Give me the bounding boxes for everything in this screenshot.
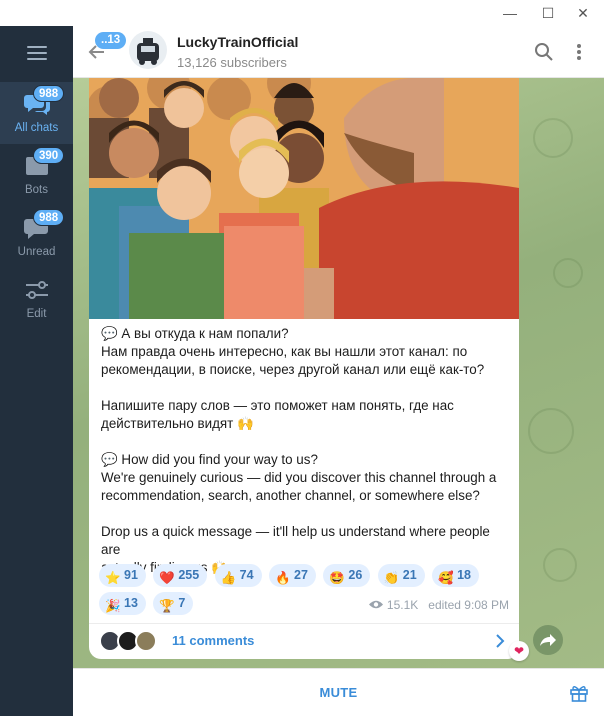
train-logo-icon: [137, 38, 159, 65]
reaction-star-struck[interactable]: 🤩 26: [323, 564, 371, 587]
reaction-star[interactable]: ⭐ 91: [99, 564, 146, 587]
clap-icon: 👏: [383, 571, 400, 585]
subscriber-count: 13,126 subscribers: [177, 55, 287, 70]
sliders-icon: [26, 281, 48, 299]
share-button[interactable]: [533, 625, 563, 655]
comments-count: 11 comments: [172, 633, 255, 648]
reaction-fire[interactable]: 🔥 27: [269, 564, 316, 587]
post-image[interactable]: [89, 78, 519, 319]
eye-icon: [368, 600, 383, 609]
post-text-ru: 💬 А вы откуда к нам попали? Нам правда о…: [101, 325, 511, 433]
thumbs-up-icon: 👍: [220, 571, 237, 585]
folder-unread[interactable]: 988 Unread: [0, 206, 73, 268]
more-vertical-icon[interactable]: [569, 42, 589, 62]
reaction-count: 255: [178, 568, 200, 582]
maximize-button[interactable]: ☐: [533, 4, 563, 22]
folder-all-chats[interactable]: 988 All chats: [0, 82, 73, 144]
heart-icon: ❤️: [159, 571, 175, 585]
reaction-count: 91: [124, 568, 138, 582]
comments-button[interactable]: 11 comments: [89, 624, 519, 659]
post-line: Напишите пару слов — это поможет нам пон…: [101, 398, 454, 413]
folder-bots[interactable]: 390 Bots: [0, 144, 73, 206]
folder-label: All chats: [14, 122, 59, 134]
party-popper-icon: 🎉: [105, 599, 121, 613]
reaction-clap[interactable]: 👏 21: [377, 564, 425, 587]
folder-rail: 988 All chats 390 Bots 988 Unread Edit: [0, 26, 73, 716]
fire-icon: 🔥: [275, 571, 291, 585]
star-struck-icon: 🤩: [329, 571, 345, 585]
reaction-heart[interactable]: ❤️ 255: [153, 564, 208, 587]
edited-time: edited 9:08 PM: [428, 598, 509, 612]
reaction-count: 7: [178, 596, 186, 610]
folder-label: Bots: [24, 184, 48, 196]
reaction-thumbs-up[interactable]: 👍 74: [214, 564, 262, 587]
post-line: 💬 How did you find your way to us?: [101, 452, 318, 467]
post-line: recommendation, search, another channel,…: [101, 488, 480, 503]
reaction-party[interactable]: 🎉 13: [99, 592, 146, 615]
channel-title[interactable]: LuckyTrainOfficial: [177, 34, 298, 50]
reaction-count: 18: [457, 568, 472, 582]
folder-badge: 988: [33, 85, 65, 102]
search-icon[interactable]: [534, 42, 554, 62]
chat-header: ..13 LuckyTrainOfficial 13,126 subscribe…: [73, 26, 604, 78]
post-text-en: 💬 How did you find your way to us? We're…: [101, 451, 511, 577]
channel-post: 💬 А вы откуда к нам попали? Нам правда о…: [89, 78, 519, 659]
reaction-love[interactable]: 🥰 18: [432, 564, 480, 587]
menu-icon[interactable]: [27, 46, 47, 60]
post-line: Drop us a quick message — it'll help us …: [101, 524, 490, 557]
post-line: 💬 А вы откуда к нам попали?: [101, 326, 289, 341]
bottom-bar: MUTE: [73, 668, 604, 716]
chevron-right-icon: [496, 634, 505, 648]
minimize-button[interactable]: —: [495, 4, 525, 22]
trophy-icon: 🏆: [159, 599, 175, 613]
unread-counter-badge: ..13: [95, 32, 127, 49]
reaction-trophy[interactable]: 🏆 7: [153, 592, 194, 615]
close-button[interactable]: ✕: [568, 4, 598, 22]
reaction-count: 27: [294, 568, 308, 582]
window-titlebar: — ☐ ✕: [0, 0, 604, 26]
post-line: We're genuinely curious — did you discov…: [101, 470, 497, 485]
folder-edit[interactable]: Edit: [0, 268, 73, 330]
star-icon: ⭐: [105, 571, 121, 585]
reaction-count: 13: [124, 596, 138, 610]
post-line: рекомендации, в поиске, через другой кан…: [101, 362, 485, 377]
reaction-count: 26: [348, 568, 363, 582]
commenter-avatar: [135, 630, 157, 652]
gift-icon[interactable]: [569, 683, 589, 703]
folder-label: Unread: [17, 246, 56, 258]
folder-label: Edit: [26, 308, 47, 320]
post-line: Нам правда очень интересно, как вы нашли…: [101, 344, 468, 359]
view-count: 15.1K: [386, 598, 419, 612]
reaction-count: 74: [239, 568, 254, 582]
post-meta: 15.1K edited 9:08 PM: [368, 598, 509, 612]
folder-badge: 390: [33, 147, 65, 164]
post-line: действительно видят 🙌: [101, 416, 254, 431]
mute-button[interactable]: MUTE: [73, 685, 604, 700]
chat-background: 💬 А вы откуда к нам попали? Нам правда о…: [73, 78, 604, 668]
channel-avatar[interactable]: [129, 31, 167, 69]
folder-badge: 988: [33, 209, 65, 226]
smiling-hearts-icon: 🥰: [438, 571, 454, 585]
heart-reaction-badge[interactable]: ❤: [509, 641, 529, 661]
share-arrow-icon: [540, 634, 556, 646]
reaction-count: 21: [402, 568, 417, 582]
